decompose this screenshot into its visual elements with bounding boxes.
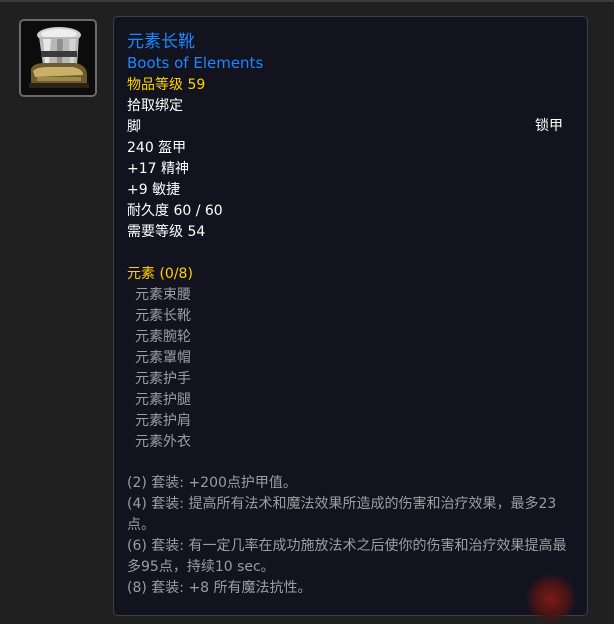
set-bonus: (2) 套装: +200点护甲值。 (127, 475, 297, 491)
item-tooltip: 元素长靴 Boots of Elements 物品等级 59 拾取绑定 脚 锁甲… (113, 16, 588, 616)
item-armor: 240 盔甲 (127, 140, 187, 156)
set-piece[interactable]: 元素束腰 (135, 285, 191, 306)
set-bonus: (8) 套装: +8 所有魔法抗性。 (127, 580, 312, 596)
item-required-level: 需要等级 54 (127, 224, 206, 240)
item-level: 物品等级 59 (127, 77, 206, 93)
item-name-english: Boots of Elements (127, 54, 264, 72)
set-piece[interactable]: 元素外衣 (135, 432, 191, 453)
set-bonus: (4) 套装: 提高所有法术和魔法效果所造成的伤害和治疗效果，最多23点。 (127, 496, 557, 533)
item-durability: 耐久度 60 / 60 (127, 203, 223, 219)
corner-emblem-icon (526, 574, 576, 624)
set-piece[interactable]: 元素长靴 (135, 306, 191, 327)
item-name[interactable]: 元素长靴 (127, 30, 195, 54)
set-piece[interactable]: 元素护腿 (135, 390, 191, 411)
set-piece[interactable]: 元素罩帽 (135, 348, 191, 369)
item-slot: 脚 (127, 119, 141, 135)
set-title[interactable]: 元素 (0/8) (127, 264, 193, 285)
page-top-divider (0, 0, 614, 2)
set-piece[interactable]: 元素护肩 (135, 411, 191, 432)
item-stat: +17 精神 (127, 161, 189, 177)
item-stat: +9 敏捷 (127, 182, 181, 198)
item-binding: 拾取绑定 (127, 98, 183, 114)
set-bonus: (6) 套装: 有一定几率在成功施放法术之后使你的伤害和治疗效果提高最多95点，… (127, 538, 567, 575)
item-armor-type: 锁甲 (535, 118, 563, 134)
set-piece[interactable]: 元素腕轮 (135, 327, 191, 348)
mail-boots-icon[interactable] (19, 19, 97, 97)
set-piece[interactable]: 元素护手 (135, 369, 191, 390)
